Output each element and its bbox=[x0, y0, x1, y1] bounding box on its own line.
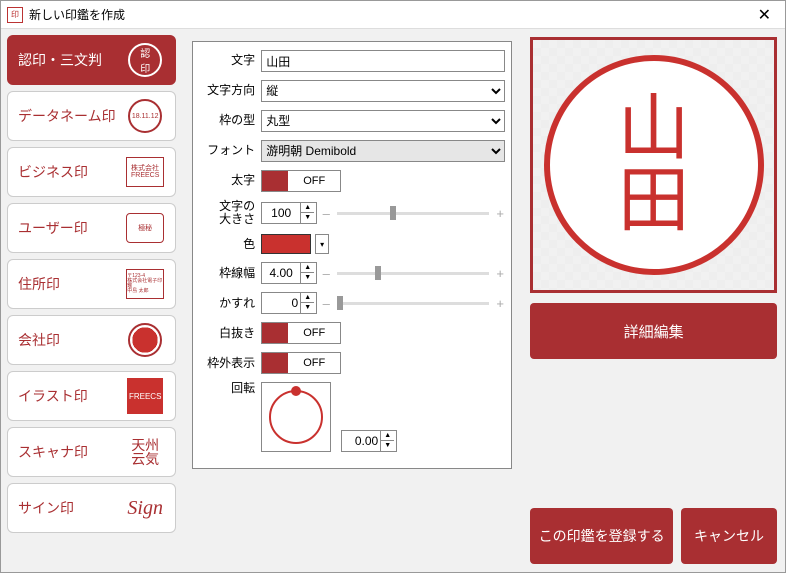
sidebar-item-label: サイン印 bbox=[18, 498, 74, 518]
stamp-char-1: 山 bbox=[618, 93, 690, 165]
whiteout-toggle[interactable]: OFF bbox=[261, 322, 341, 344]
blur-slider[interactable]: – + bbox=[321, 292, 505, 314]
sidebar-item-illust[interactable]: イラスト印 FREECS bbox=[7, 371, 176, 421]
blur-spinner[interactable]: ▲▼ bbox=[261, 292, 317, 314]
sidebar-item-label: データネーム印 bbox=[18, 106, 116, 126]
sidebar-item-mitomein[interactable]: 認印・三文判 認印 bbox=[7, 35, 176, 85]
sign-icon: Sign bbox=[125, 488, 165, 528]
linewidth-spinner[interactable]: ▲▼ bbox=[261, 262, 317, 284]
preview-area: 山 田 詳細編集 この印鑑を登録する キャンセル bbox=[522, 29, 785, 572]
label-color: 色 bbox=[199, 238, 255, 251]
illust-icon: FREECS bbox=[125, 376, 165, 416]
rotate-dial[interactable] bbox=[261, 382, 331, 452]
color-dropdown[interactable]: ▾ bbox=[315, 234, 329, 254]
label-bold: 太字 bbox=[199, 174, 255, 187]
sidebar-item-label: ビジネス印 bbox=[18, 162, 88, 182]
color-swatch[interactable] bbox=[261, 234, 311, 254]
label-font: フォント bbox=[199, 144, 255, 157]
label-frame: 枠の型 bbox=[199, 114, 255, 127]
sidebar-item-label: スキャナ印 bbox=[18, 442, 88, 462]
sidebar-item-label: 認印・三文判 bbox=[18, 50, 102, 70]
detail-edit-button[interactable]: 詳細編集 bbox=[530, 303, 777, 359]
stamp-char-2: 田 bbox=[618, 165, 690, 237]
size-spinner[interactable]: ▲▼ bbox=[261, 202, 317, 224]
sidebar-item-label: 住所印 bbox=[18, 274, 60, 294]
font-select[interactable]: 游明朝 Demibold bbox=[261, 140, 505, 162]
spinner-down[interactable]: ▼ bbox=[301, 213, 314, 223]
sidebar-item-business[interactable]: ビジネス印 株式会社FREECS bbox=[7, 147, 176, 197]
size-slider[interactable]: – + bbox=[321, 202, 505, 224]
plus-icon: + bbox=[495, 206, 505, 221]
sidebar-item-label: イラスト印 bbox=[18, 386, 88, 406]
stamp-preview: 山 田 bbox=[530, 37, 777, 293]
sidebar-item-address[interactable]: 住所印 〒123-4株式会社電子印鑑中島 太郎 bbox=[7, 259, 176, 309]
direction-select[interactable]: 縦 bbox=[261, 80, 505, 102]
business-icon: 株式会社FREECS bbox=[125, 152, 165, 192]
bold-toggle[interactable]: OFF bbox=[261, 170, 341, 192]
label-size: 文字の 大きさ bbox=[199, 200, 255, 226]
sidebar-item-sign[interactable]: サイン印 Sign bbox=[7, 483, 176, 533]
close-button[interactable]: ✕ bbox=[750, 5, 779, 25]
sidebar-item-label: 会社印 bbox=[18, 330, 60, 350]
label-outside: 枠外表示 bbox=[199, 357, 255, 370]
spinner-up[interactable]: ▲ bbox=[301, 203, 314, 213]
sidebar-item-company[interactable]: 会社印 bbox=[7, 315, 176, 365]
sidebar: 認印・三文判 認印 データネーム印 18.11.12 ビジネス印 株式会社FRE… bbox=[1, 29, 182, 572]
label-direction: 文字方向 bbox=[199, 84, 255, 97]
rotate-spinner[interactable]: ▲▼ bbox=[341, 430, 397, 452]
sidebar-item-scanner[interactable]: スキャナ印 天州云気 bbox=[7, 427, 176, 477]
text-input[interactable] bbox=[261, 50, 505, 72]
sidebar-item-label: ユーザー印 bbox=[18, 218, 88, 238]
sidebar-item-user[interactable]: ユーザー印 極秘 bbox=[7, 203, 176, 253]
label-blur: かすれ bbox=[199, 297, 255, 310]
outside-toggle[interactable]: OFF bbox=[261, 352, 341, 374]
scanner-icon: 天州云気 bbox=[125, 432, 165, 472]
label-whiteout: 白抜き bbox=[199, 327, 255, 340]
company-seal-icon bbox=[125, 320, 165, 360]
app-icon: 印 bbox=[7, 7, 23, 23]
sidebar-item-dataname[interactable]: データネーム印 18.11.12 bbox=[7, 91, 176, 141]
stamp-circle: 山 田 bbox=[544, 55, 764, 275]
register-button[interactable]: この印鑑を登録する bbox=[530, 508, 673, 564]
frame-select[interactable]: 丸型 bbox=[261, 110, 505, 132]
circle-icon: 18.11.12 bbox=[125, 96, 165, 136]
label-rotate: 回転 bbox=[199, 382, 255, 395]
form-area: 文字 文字方向 縦 枠の型 丸型 フォント 游明朝 Demibold 太字 bbox=[182, 29, 522, 572]
label-linewidth: 枠線幅 bbox=[199, 267, 255, 280]
label-text: 文字 bbox=[199, 54, 255, 67]
secret-icon: 極秘 bbox=[125, 208, 165, 248]
stamp-icon: 認印 bbox=[125, 40, 165, 80]
linewidth-slider[interactable]: – + bbox=[321, 262, 505, 284]
cancel-button[interactable]: キャンセル bbox=[681, 508, 777, 564]
address-icon: 〒123-4株式会社電子印鑑中島 太郎 bbox=[125, 264, 165, 304]
minus-icon: – bbox=[321, 206, 331, 221]
window-title: 新しい印鑑を作成 bbox=[29, 6, 750, 23]
